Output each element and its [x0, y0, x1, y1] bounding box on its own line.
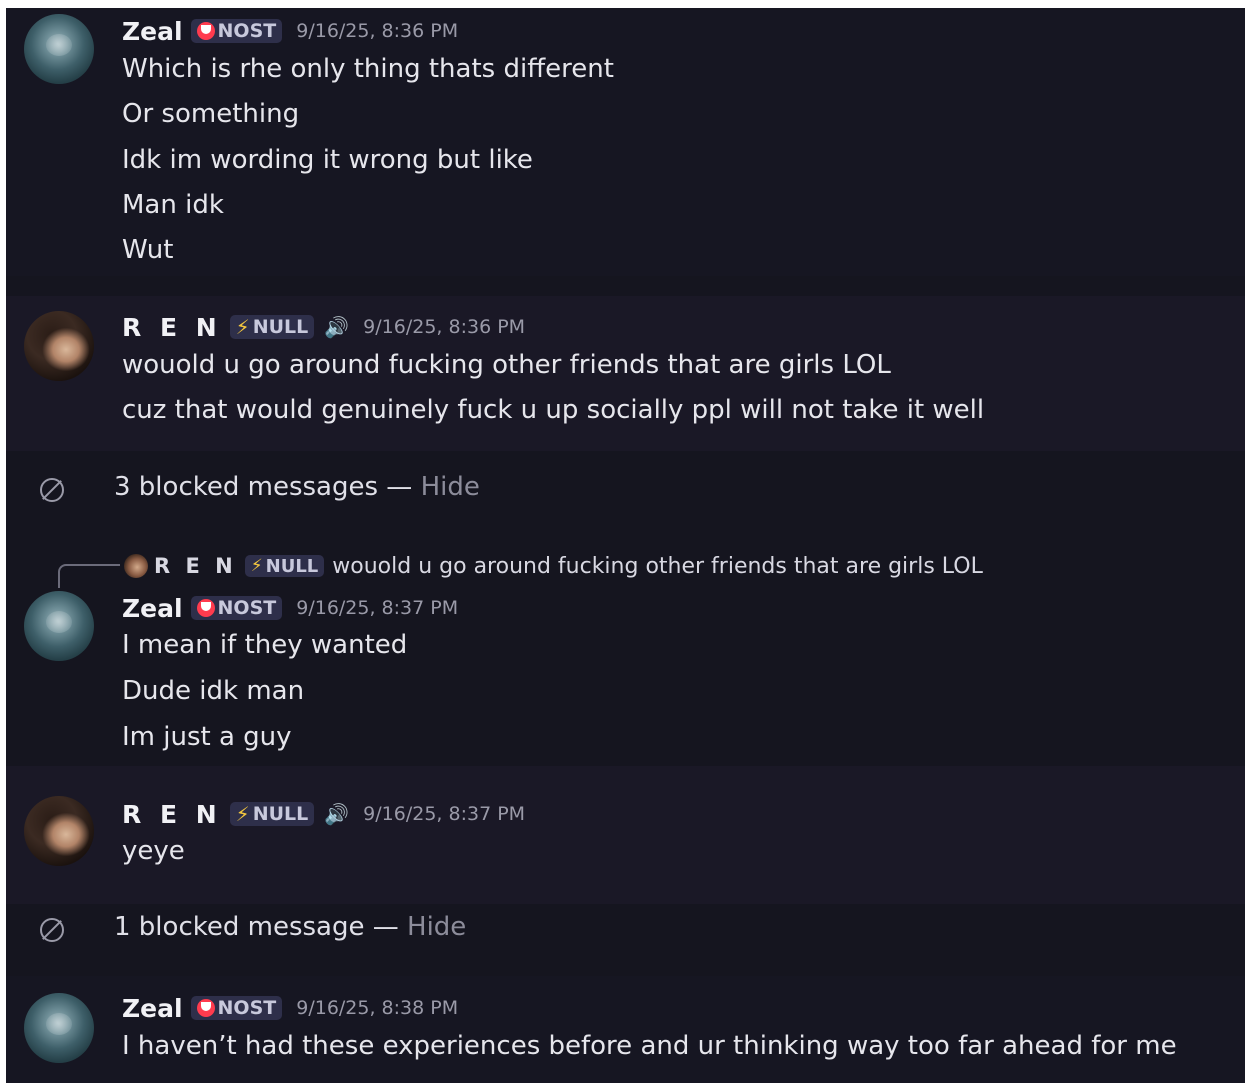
message-group: Zeal NOST 9/16/25, 8:36 PM Which is rhe … — [6, 8, 1245, 276]
timestamp[interactable]: 9/16/25, 8:36 PM — [296, 20, 458, 42]
user-tag[interactable]: ⚡ NULL — [229, 315, 315, 339]
lightning-bolt-icon: ⚡ — [235, 802, 250, 826]
heart-shield-icon — [196, 599, 215, 617]
blocked-messages-notice: 3 blocked messages — Hide — [6, 460, 1245, 520]
blocked-icon — [40, 478, 64, 502]
message-text: wouold u go around fucking other friends… — [122, 350, 891, 380]
reply-username[interactable]: R E N — [154, 554, 237, 578]
blocked-icon — [40, 918, 64, 942]
timestamp[interactable]: 9/16/25, 8:37 PM — [363, 803, 525, 825]
timestamp[interactable]: 9/16/25, 8:37 PM — [296, 597, 458, 619]
lightning-bolt-icon: ⚡ — [250, 556, 263, 576]
speaker-icon: 🔊 — [324, 315, 350, 339]
message-text: Wut — [122, 235, 174, 265]
tag-label: NOST — [217, 997, 277, 1019]
blocked-count: 3 blocked messages — [114, 472, 379, 502]
message-group: Zeal NOST 9/16/25, 8:38 PM I haven’t had… — [6, 976, 1245, 1083]
user-tag[interactable]: ⚡ NULL — [229, 802, 315, 826]
reply-reference[interactable]: R E N ⚡ NULL wouold u go around fucking … — [124, 552, 983, 580]
username[interactable]: Zeal — [122, 594, 183, 623]
avatar[interactable] — [24, 796, 94, 866]
separator: — — [378, 472, 421, 502]
blocked-messages-notice: 1 blocked message — Hide — [6, 900, 1245, 960]
message-group: R E N ⚡ NULL 🔊 9/16/25, 8:37 PM yeye — [6, 766, 1245, 904]
avatar[interactable] — [24, 14, 94, 84]
message-text: yeye — [122, 836, 185, 866]
message-text: Or something — [122, 99, 300, 129]
message-text: I haven’t had these experiences before a… — [122, 1031, 1177, 1061]
message-header: R E N ⚡ NULL 🔊 9/16/25, 8:37 PM — [122, 799, 525, 829]
message-text: Man idk — [122, 190, 224, 220]
message-header: Zeal NOST 9/16/25, 8:37 PM — [122, 593, 458, 623]
message-header: R E N ⚡ NULL 🔊 9/16/25, 8:36 PM — [122, 312, 525, 342]
chat-view: Zeal NOST 9/16/25, 8:36 PM Which is rhe … — [6, 8, 1245, 1083]
reply-user-tag: ⚡ NULL — [244, 555, 325, 577]
username[interactable]: R E N — [122, 800, 222, 829]
username[interactable]: R E N — [122, 313, 222, 342]
heart-shield-icon — [196, 999, 215, 1017]
separator: — — [364, 912, 408, 942]
reply-text[interactable]: wouold u go around fucking other friends… — [332, 554, 983, 579]
user-tag[interactable]: NOST — [190, 596, 283, 620]
message-group: Zeal NOST 9/16/25, 8:37 PM I mean if the… — [6, 583, 1245, 758]
tag-label: NULL — [252, 803, 309, 825]
message-text: Im just a guy — [122, 722, 292, 752]
message-text: Idk im wording it wrong but like — [122, 145, 533, 175]
username[interactable]: Zeal — [122, 17, 183, 46]
tag-label: NOST — [217, 20, 277, 42]
message-text: I mean if they wanted — [122, 630, 408, 660]
speaker-icon: 🔊 — [324, 802, 350, 826]
tag-label: NOST — [217, 597, 277, 619]
tag-label: NULL — [265, 555, 319, 577]
blocked-count: 1 blocked message — [114, 912, 365, 942]
message-text: Dude idk man — [122, 676, 305, 706]
username[interactable]: Zeal — [122, 994, 183, 1023]
tag-label: NULL — [252, 316, 309, 338]
timestamp[interactable]: 9/16/25, 8:36 PM — [363, 316, 525, 338]
message-header: Zeal NOST 9/16/25, 8:38 PM — [122, 993, 458, 1023]
avatar[interactable] — [24, 591, 94, 661]
message-text: cuz that would genuinely fuck u up socia… — [122, 395, 985, 425]
user-tag[interactable]: NOST — [190, 996, 283, 1020]
hide-link[interactable]: Hide — [421, 472, 480, 502]
user-tag[interactable]: NOST — [190, 19, 283, 43]
lightning-bolt-icon: ⚡ — [235, 315, 250, 339]
avatar[interactable] — [24, 993, 94, 1063]
timestamp[interactable]: 9/16/25, 8:38 PM — [296, 997, 458, 1019]
hide-link[interactable]: Hide — [407, 912, 466, 942]
avatar[interactable] — [24, 311, 94, 381]
message-group: R E N ⚡ NULL 🔊 9/16/25, 8:36 PM wouold u… — [6, 296, 1245, 451]
reply-avatar — [124, 554, 148, 578]
message-text: Which is rhe only thing thats different — [122, 54, 614, 84]
heart-shield-icon — [196, 22, 215, 40]
message-header: Zeal NOST 9/16/25, 8:36 PM — [122, 16, 458, 46]
